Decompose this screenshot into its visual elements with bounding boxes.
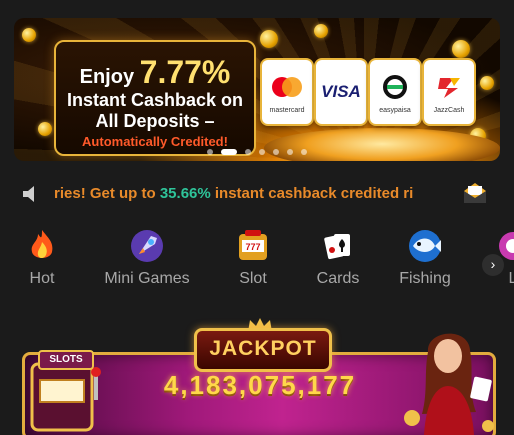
- category-label: Fishing: [399, 270, 451, 287]
- promo-percent: 7.77%: [139, 54, 231, 90]
- visa-logo: VISA: [321, 82, 361, 101]
- rocket-icon: [131, 230, 163, 262]
- carousel-dot[interactable]: [259, 149, 265, 155]
- jackpot-title: JACKPOT: [209, 337, 317, 360]
- carousel-dot[interactable]: [287, 149, 293, 155]
- promo-plaque: Enjoy 7.77% Instant Cashback on All Depo…: [54, 40, 256, 156]
- golden-stage: [264, 128, 500, 161]
- easypaisa-logo: [383, 75, 407, 99]
- category-mini-games[interactable]: Mini Games: [99, 226, 195, 296]
- svg-text:777: 777: [245, 242, 260, 252]
- carousel-dot-active[interactable]: [221, 149, 237, 155]
- category-label: Cards: [316, 270, 360, 287]
- coin-icon: [452, 40, 470, 58]
- category-cards[interactable]: Cards: [290, 226, 386, 296]
- fish-icon: [409, 230, 441, 262]
- coin-icon: [260, 30, 278, 48]
- promo-line-credited: Automatically Credited!: [82, 134, 228, 149]
- carousel-dot[interactable]: [301, 149, 307, 155]
- slot-machine-icon: 777: [239, 230, 267, 260]
- marquee-text: ries! Get up to 35.66% instant cashback …: [54, 183, 458, 205]
- marquee-text-start: ries! Get up to: [54, 185, 160, 202]
- page: Enjoy 7.77% Instant Cashback on All Depo…: [0, 0, 514, 435]
- jackpot-amount: 4,183,075,177: [163, 370, 357, 400]
- jackpot-banner[interactable]: SLOTS JACKPOT 4,183,075,177: [14, 318, 500, 435]
- jackpot-title-plate: JACKPOT: [194, 328, 332, 372]
- category-slot[interactable]: 777 Slot: [205, 226, 301, 296]
- announcement-marquee: ries! Get up to 35.66% instant cashback …: [14, 175, 500, 211]
- category-hot[interactable]: Hot: [0, 226, 90, 296]
- promo-banner[interactable]: Enjoy 7.77% Instant Cashback on All Depo…: [14, 18, 500, 161]
- mastercard-logo: [272, 77, 302, 97]
- easypaisa-caption: easypaisa: [379, 107, 411, 114]
- mastercard-card: mastercard: [262, 60, 312, 124]
- coin-icon: [38, 122, 52, 136]
- coin-icon: [480, 76, 494, 90]
- cards-icon: [324, 234, 350, 260]
- coin-icon: [22, 28, 36, 42]
- category-next-button[interactable]: ›: [482, 254, 504, 276]
- jazzcash-logo: [438, 78, 460, 98]
- category-label: Mini Games: [104, 270, 190, 287]
- carousel-dot[interactable]: [245, 149, 251, 155]
- flame-icon: [31, 230, 53, 258]
- visa-card: VISA: [316, 60, 366, 124]
- promo-line-cashback: Instant Cashback on: [66, 90, 244, 110]
- category-label: Hot: [29, 270, 55, 287]
- slots-sign: SLOTS: [38, 350, 94, 370]
- jazzcash-card: JazzCash: [424, 60, 474, 124]
- carousel-dots: [14, 149, 500, 155]
- marquee-highlight: 35.66%: [159, 185, 211, 202]
- speaker-icon[interactable]: [20, 183, 42, 205]
- carousel-dot[interactable]: [207, 149, 213, 155]
- category-bar: Hot Mini Games 777 Slot Cards Fishing L …: [0, 226, 514, 298]
- promo-line-deposits: All Deposits –: [95, 111, 215, 131]
- jazzcash-caption: JazzCash: [433, 107, 465, 114]
- category-fishing[interactable]: Fishing: [377, 226, 473, 296]
- category-label: Slot: [239, 270, 267, 287]
- coin-icon: [314, 24, 328, 38]
- easypaisa-card: easypaisa: [370, 60, 420, 124]
- mastercard-caption: mastercard: [269, 107, 305, 114]
- mail-icon[interactable]: [462, 181, 488, 205]
- promo-headline: Enjoy 7.77%: [56, 54, 254, 91]
- hostess-illustration: [404, 333, 494, 435]
- carousel-dot[interactable]: [273, 149, 279, 155]
- promo-enjoy-text: Enjoy: [79, 66, 135, 88]
- marquee-text-end: instant cashback credited ri: [210, 185, 414, 202]
